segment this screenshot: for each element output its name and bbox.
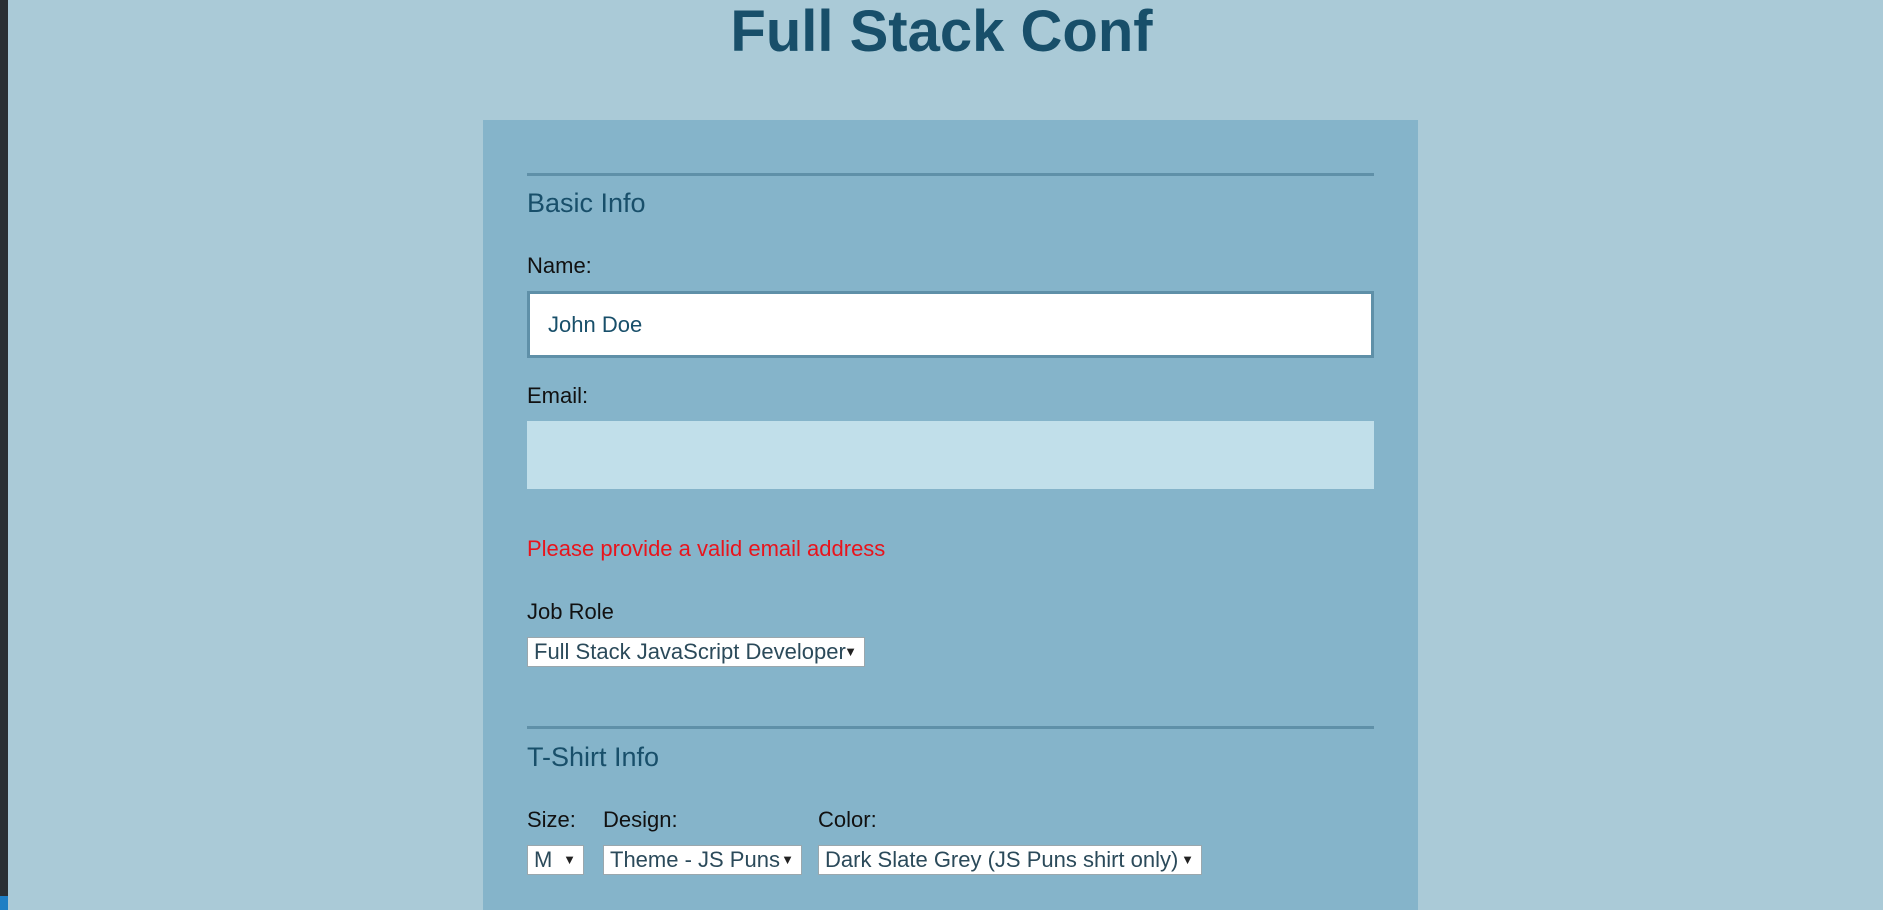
triangle-down-icon: ▼: [844, 644, 857, 659]
tshirt-info-heading: T-Shirt Info: [527, 742, 660, 772]
color-select[interactable]: Dark Slate Grey (JS Puns shirt only) ▼: [818, 845, 1202, 875]
email-input[interactable]: [527, 421, 1374, 489]
window-edge-accent: [0, 896, 8, 910]
size-label: Size:: [527, 807, 576, 832]
name-label: Name:: [527, 253, 592, 278]
size-select[interactable]: M ▼: [527, 845, 584, 875]
design-selected-value: Theme - JS Puns: [610, 847, 780, 872]
email-label: Email:: [527, 383, 589, 408]
basic-info-divider: [527, 173, 1374, 176]
name-input[interactable]: [527, 291, 1374, 358]
job-role-label: Job Role: [527, 599, 614, 624]
design-label: Design:: [603, 807, 678, 832]
job-role-select[interactable]: Full Stack JavaScript Developer ▼: [527, 637, 865, 667]
tshirt-info-divider: [527, 726, 1374, 729]
design-select[interactable]: Theme - JS Puns ▼: [603, 845, 802, 875]
triangle-down-icon: ▼: [781, 852, 794, 867]
window-edge: [0, 0, 8, 910]
size-selected-value: M: [534, 847, 553, 872]
color-selected-value: Dark Slate Grey (JS Puns shirt only): [825, 847, 1179, 872]
color-label: Color:: [818, 807, 877, 832]
basic-info-heading: Basic Info: [527, 188, 646, 218]
registration-form: Basic Info Name: Email: Please provide a…: [483, 120, 1418, 910]
triangle-down-icon: ▼: [1181, 852, 1194, 867]
page-title: Full Stack Conf: [730, 0, 1153, 64]
job-role-selected-value: Full Stack JavaScript Developer: [534, 639, 846, 664]
email-error-message: Please provide a valid email address: [527, 536, 886, 561]
triangle-down-icon: ▼: [563, 852, 576, 867]
